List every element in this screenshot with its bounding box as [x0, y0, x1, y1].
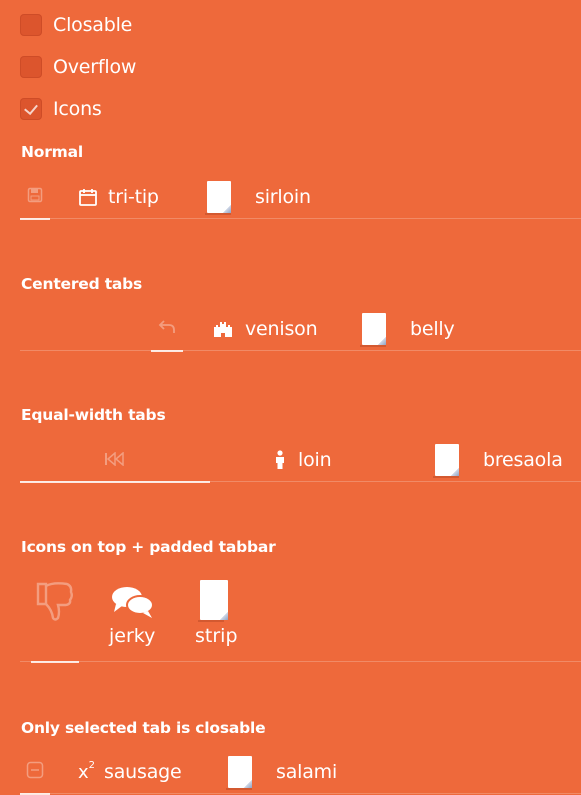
- tab-label: belly: [410, 318, 455, 340]
- tab-label: jerky: [109, 625, 156, 647]
- document-icon: [198, 580, 228, 622]
- section-title-only-selected: Only selected tab is closable: [21, 719, 266, 737]
- calendar-icon: [78, 187, 98, 207]
- tab-label: bresaola: [483, 449, 563, 471]
- castle-icon: [213, 320, 233, 338]
- tab-bresaola[interactable]: bresaola: [433, 438, 563, 482]
- superscript-icon: x2: [78, 759, 96, 783]
- icons-checkbox[interactable]: [20, 98, 42, 120]
- selected-tab-indicator: [20, 481, 210, 483]
- tabbar-icons-top: jerky strip: [20, 568, 581, 663]
- tab-label: sirloin: [255, 186, 311, 208]
- tabbar-normal: tri-tip sirloin: [20, 175, 581, 220]
- tabbar-only-selected: x2 sausage salami: [20, 750, 581, 795]
- document-icon: [226, 756, 252, 790]
- tab-label: loin: [298, 449, 332, 471]
- undo-icon: [158, 319, 176, 339]
- tab-label: tri-tip: [108, 186, 159, 208]
- overflow-label: Overflow: [53, 56, 137, 78]
- tab-label: sausage: [104, 761, 182, 783]
- tab-label: strip: [195, 625, 238, 647]
- document-icon: [360, 313, 386, 347]
- tab-strip[interactable]: strip: [190, 568, 250, 662]
- tab-undo[interactable]: [151, 307, 183, 352]
- tab-thumbs-down[interactable]: [31, 568, 79, 663]
- selected-tab-indicator: [31, 661, 79, 663]
- overflow-checkbox[interactable]: [20, 56, 42, 78]
- tab-venison[interactable]: venison: [213, 307, 318, 351]
- section-title-equal: Equal-width tabs: [21, 406, 166, 424]
- tab-sausage[interactable]: x2 sausage: [78, 750, 182, 794]
- tab-tri-tip[interactable]: tri-tip: [78, 175, 159, 219]
- comments-icon: [110, 586, 156, 626]
- icons-option[interactable]: Icons: [20, 96, 102, 122]
- save-icon: [27, 187, 43, 207]
- tab-skip-back[interactable]: [20, 438, 210, 483]
- tab-label: salami: [276, 761, 338, 783]
- document-icon: [205, 181, 231, 215]
- section-title-icons-top: Icons on top + padded tabbar: [21, 538, 276, 556]
- tab-salami[interactable]: salami: [226, 750, 338, 794]
- tabbar-centered: venison belly: [20, 307, 581, 352]
- icons-label: Icons: [53, 98, 102, 120]
- closable-checkbox[interactable]: [20, 14, 42, 36]
- tab-minus-square[interactable]: [20, 750, 50, 795]
- overflow-option[interactable]: Overflow: [20, 54, 136, 80]
- section-title-normal: Normal: [21, 143, 83, 161]
- closable-label: Closable: [53, 14, 133, 36]
- skip-back-icon: [104, 450, 126, 470]
- document-icon: [433, 444, 459, 478]
- closable-option[interactable]: Closable: [20, 12, 132, 38]
- minus-square-icon: [26, 761, 44, 783]
- section-title-centered: Centered tabs: [21, 275, 143, 293]
- tab-sirloin[interactable]: sirloin: [205, 175, 311, 219]
- tab-label: venison: [245, 318, 318, 340]
- tab-jerky[interactable]: jerky: [104, 568, 164, 662]
- selected-tab-indicator: [151, 350, 183, 352]
- tabbar-equal: loin bresaola: [20, 438, 581, 483]
- thumbs-down-icon: [35, 580, 75, 626]
- tab-belly[interactable]: belly: [360, 307, 455, 351]
- tab-loin[interactable]: loin: [274, 438, 332, 482]
- tab-save[interactable]: [20, 175, 50, 220]
- selected-tab-indicator: [20, 218, 50, 220]
- person-icon: [274, 450, 286, 470]
